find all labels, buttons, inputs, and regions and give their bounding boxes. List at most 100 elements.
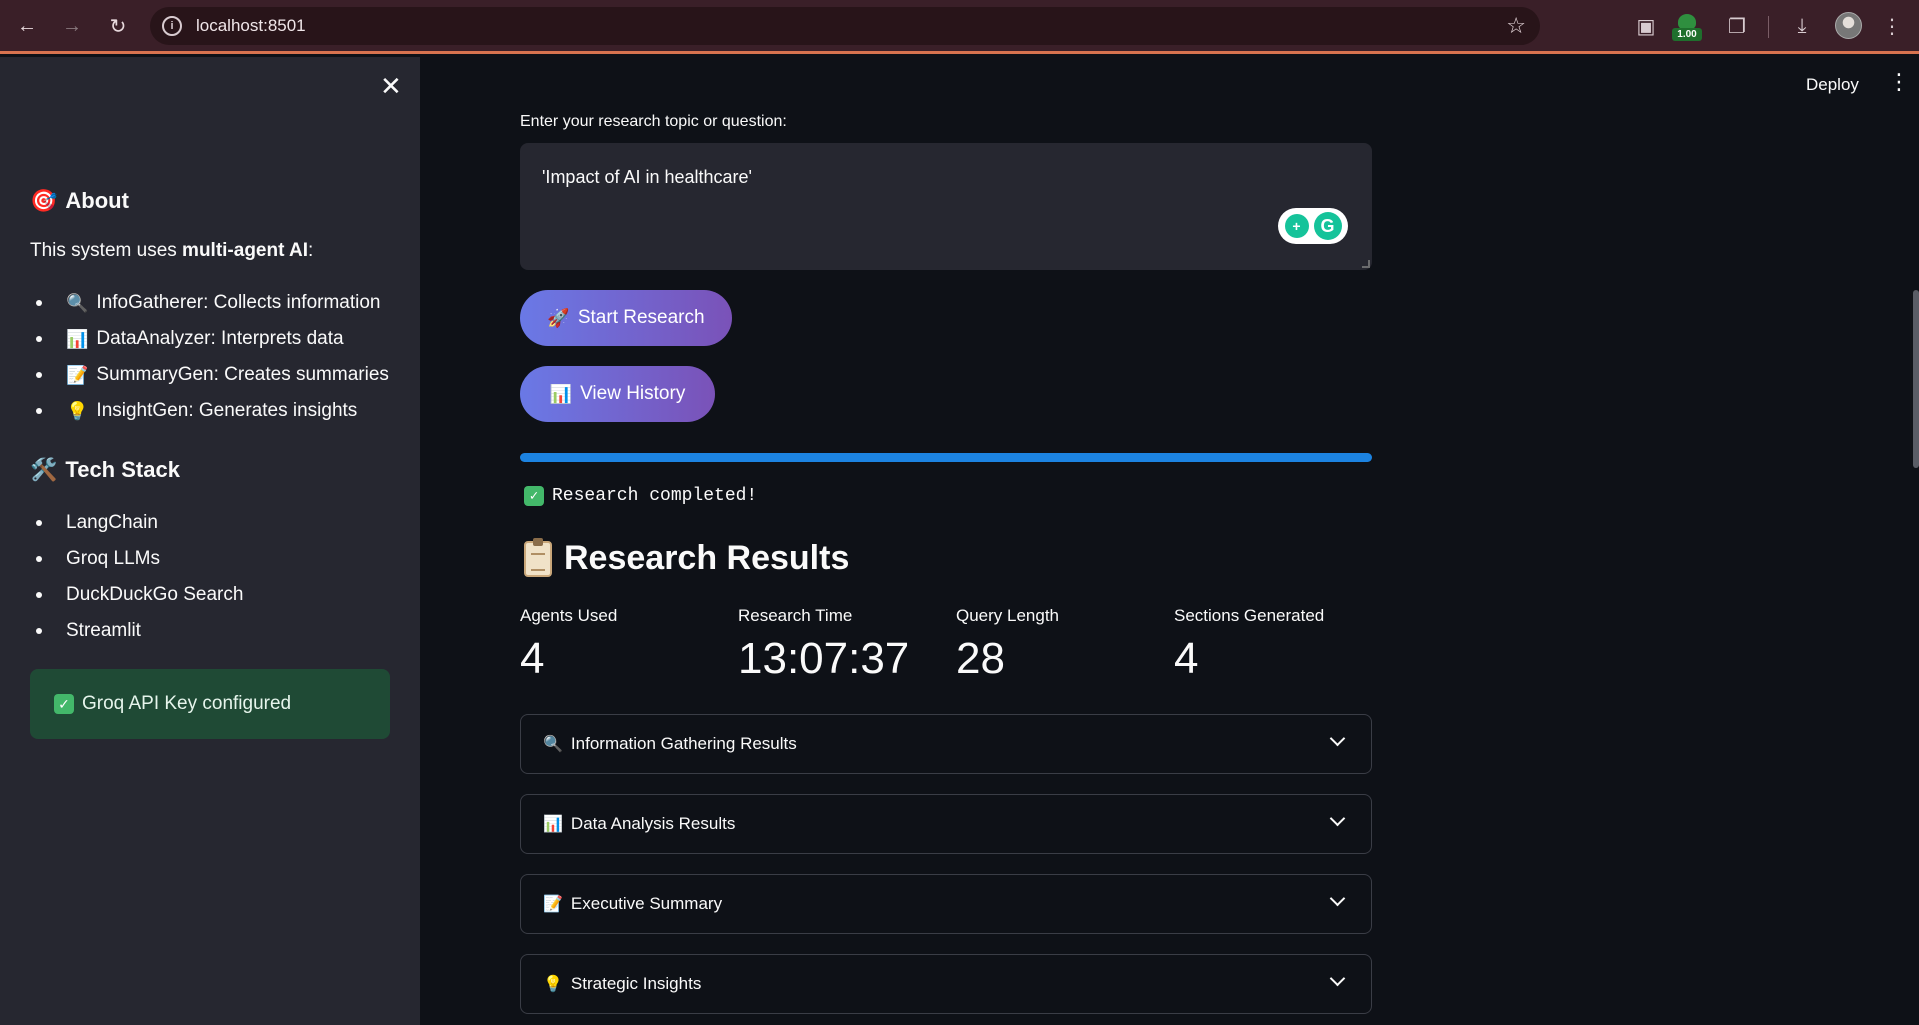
metric-agents-used: Agents Used 4 bbox=[520, 606, 617, 684]
url-text: localhost:8501 bbox=[196, 16, 306, 35]
check-mark-icon: ✓ bbox=[54, 694, 74, 714]
bar-chart-icon: 📊 bbox=[549, 383, 573, 404]
agent-label: InfoGatherer: Collects information bbox=[96, 292, 381, 313]
view-history-label: View History bbox=[580, 383, 686, 404]
list-item: 🔍 InfoGatherer: Collects information bbox=[30, 285, 389, 321]
expander-strategic-insights[interactable]: 💡 Strategic Insights bbox=[520, 954, 1372, 1014]
results-heading: Research Results bbox=[524, 537, 850, 578]
tech-label: Groq LLMs bbox=[66, 548, 160, 569]
expander-label: Information Gathering Results bbox=[570, 734, 797, 753]
tech-label: Streamlit bbox=[66, 620, 141, 641]
expander-executive-summary[interactable]: 📝 Executive Summary bbox=[520, 874, 1372, 934]
metric-research-time: Research Time 13:07:37 bbox=[738, 606, 909, 684]
magnifier-icon: 🔍 bbox=[66, 292, 89, 313]
tab-search-icon[interactable]: ▣ bbox=[1632, 12, 1660, 40]
grammarly-g-icon[interactable]: G bbox=[1313, 212, 1342, 240]
agent-label: InsightGen: Generates insights bbox=[96, 400, 358, 421]
expander-label: Data Analysis Results bbox=[570, 814, 736, 833]
topic-textarea[interactable]: 'Impact of AI in healthcare' + G bbox=[520, 143, 1372, 270]
topic-textarea-value: 'Impact of AI in healthcare' bbox=[542, 167, 752, 187]
list-item: Groq LLMs bbox=[30, 541, 243, 577]
grammarly-widget[interactable]: + G bbox=[1278, 208, 1348, 244]
forward-arrow-icon[interactable]: → bbox=[57, 11, 87, 41]
lightbulb-icon: 💡 bbox=[66, 400, 89, 421]
metric-label: Query Length bbox=[956, 606, 1060, 625]
list-item: 📝 SummaryGen: Creates summaries bbox=[30, 357, 389, 393]
extension-badge-count: 1.00 bbox=[1672, 28, 1702, 41]
extension-badge-icon[interactable]: 1.00 bbox=[1672, 14, 1702, 42]
memo-icon: 📝 bbox=[543, 896, 563, 913]
chevron-down-icon bbox=[1329, 810, 1346, 827]
bar-chart-icon: 📊 bbox=[543, 816, 563, 833]
about-intro: This system uses multi-agent AI: bbox=[30, 240, 313, 262]
metric-value: 13:07:37 bbox=[738, 634, 910, 683]
expander-label: Executive Summary bbox=[570, 894, 723, 913]
about-heading: 🎯 About bbox=[30, 188, 129, 214]
sidebar: ✕ 🎯 About This system uses multi-agent A… bbox=[0, 57, 420, 1025]
about-heading-text: About bbox=[65, 188, 129, 213]
deploy-button[interactable]: Deploy bbox=[1806, 75, 1859, 95]
list-item: 💡 InsightGen: Generates insights bbox=[30, 393, 389, 429]
chevron-down-icon bbox=[1329, 890, 1346, 907]
rocket-icon: 🚀 bbox=[547, 307, 570, 328]
main-content: Deploy ⋮ Enter your research topic or qu… bbox=[420, 57, 1919, 1025]
metric-label: Research Time bbox=[738, 606, 853, 625]
metric-value: 4 bbox=[520, 634, 545, 683]
metric-label: Sections Generated bbox=[1174, 606, 1325, 625]
metric-value: 4 bbox=[1174, 634, 1199, 683]
expander-label: Strategic Insights bbox=[570, 974, 702, 993]
research-status: ✓ Research completed! bbox=[524, 486, 757, 506]
tech-stack-heading: 🛠️ Tech Stack bbox=[30, 457, 180, 483]
list-item: LangChain bbox=[30, 505, 243, 541]
bar-chart-icon: 📊 bbox=[66, 328, 89, 349]
browser-menu-icon[interactable]: ⋮ bbox=[1878, 12, 1906, 40]
back-arrow-icon[interactable]: ← bbox=[12, 11, 42, 41]
close-sidebar-icon[interactable]: ✕ bbox=[380, 73, 402, 99]
clipboard-icon bbox=[524, 537, 552, 577]
tech-label: DuckDuckGo Search bbox=[66, 584, 244, 605]
expander-data-analysis[interactable]: 📊 Data Analysis Results bbox=[520, 794, 1372, 854]
site-info-icon[interactable]: i bbox=[162, 16, 182, 36]
metric-value: 28 bbox=[956, 634, 1005, 683]
address-bar[interactable]: i localhost:8501 ☆ bbox=[150, 7, 1540, 45]
intro-suffix: : bbox=[308, 240, 314, 261]
tech-list: LangChain Groq LLMs DuckDuckGo Search St… bbox=[30, 505, 243, 649]
intro-bold: multi-agent AI bbox=[182, 240, 309, 261]
target-icon: 🎯 bbox=[30, 188, 58, 213]
scrollbar[interactable] bbox=[1913, 290, 1919, 468]
bookmark-star-icon[interactable]: ☆ bbox=[1506, 13, 1526, 39]
agent-label: SummaryGen: Creates summaries bbox=[96, 364, 389, 385]
list-item: 📊 DataAnalyzer: Interprets data bbox=[30, 321, 389, 357]
chevron-down-icon bbox=[1329, 730, 1346, 747]
expander-information-gathering[interactable]: 🔍 Information Gathering Results bbox=[520, 714, 1372, 774]
topic-input-label: Enter your research topic or question: bbox=[520, 113, 787, 130]
api-key-success-alert: ✓ Groq API Key configured bbox=[30, 669, 390, 739]
reload-icon[interactable]: ↻ bbox=[103, 11, 133, 41]
tools-icon: 🛠️ bbox=[30, 457, 58, 482]
download-icon[interactable]: ⤓ bbox=[1788, 12, 1816, 40]
list-item: Streamlit bbox=[30, 613, 243, 649]
tech-heading-text: Tech Stack bbox=[65, 457, 180, 482]
metric-label: Agents Used bbox=[520, 606, 618, 625]
browser-toolbar: ← → ↻ i localhost:8501 ☆ ▣ 1.00 ❐ ⤓ ⋮ bbox=[0, 0, 1919, 54]
resize-handle[interactable] bbox=[1362, 260, 1370, 268]
profile-avatar[interactable] bbox=[1835, 12, 1862, 39]
metric-sections-generated: Sections Generated 4 bbox=[1174, 606, 1324, 684]
start-research-label: Start Research bbox=[577, 307, 705, 328]
check-mark-icon: ✓ bbox=[524, 486, 544, 506]
toolbar-divider bbox=[1768, 16, 1769, 38]
extensions-puzzle-icon[interactable]: ❐ bbox=[1723, 12, 1751, 40]
research-progress-bar bbox=[520, 453, 1372, 462]
intro-prefix: This system uses bbox=[30, 240, 183, 261]
list-item: DuckDuckGo Search bbox=[30, 577, 243, 613]
lightbulb-icon: 💡 bbox=[543, 976, 563, 993]
success-text: Groq API Key configured bbox=[82, 693, 292, 714]
results-heading-text: Research Results bbox=[564, 539, 850, 577]
chevron-down-icon bbox=[1329, 970, 1346, 987]
memo-icon: 📝 bbox=[66, 364, 89, 385]
view-history-button[interactable]: 📊 View History bbox=[520, 366, 715, 422]
app-menu-icon[interactable]: ⋮ bbox=[1888, 71, 1910, 93]
agent-list: 🔍 InfoGatherer: Collects information 📊 Dat… bbox=[30, 285, 389, 429]
start-research-button[interactable]: 🚀 Start Research bbox=[520, 290, 732, 346]
grammarly-spark-icon[interactable]: + bbox=[1284, 214, 1309, 238]
